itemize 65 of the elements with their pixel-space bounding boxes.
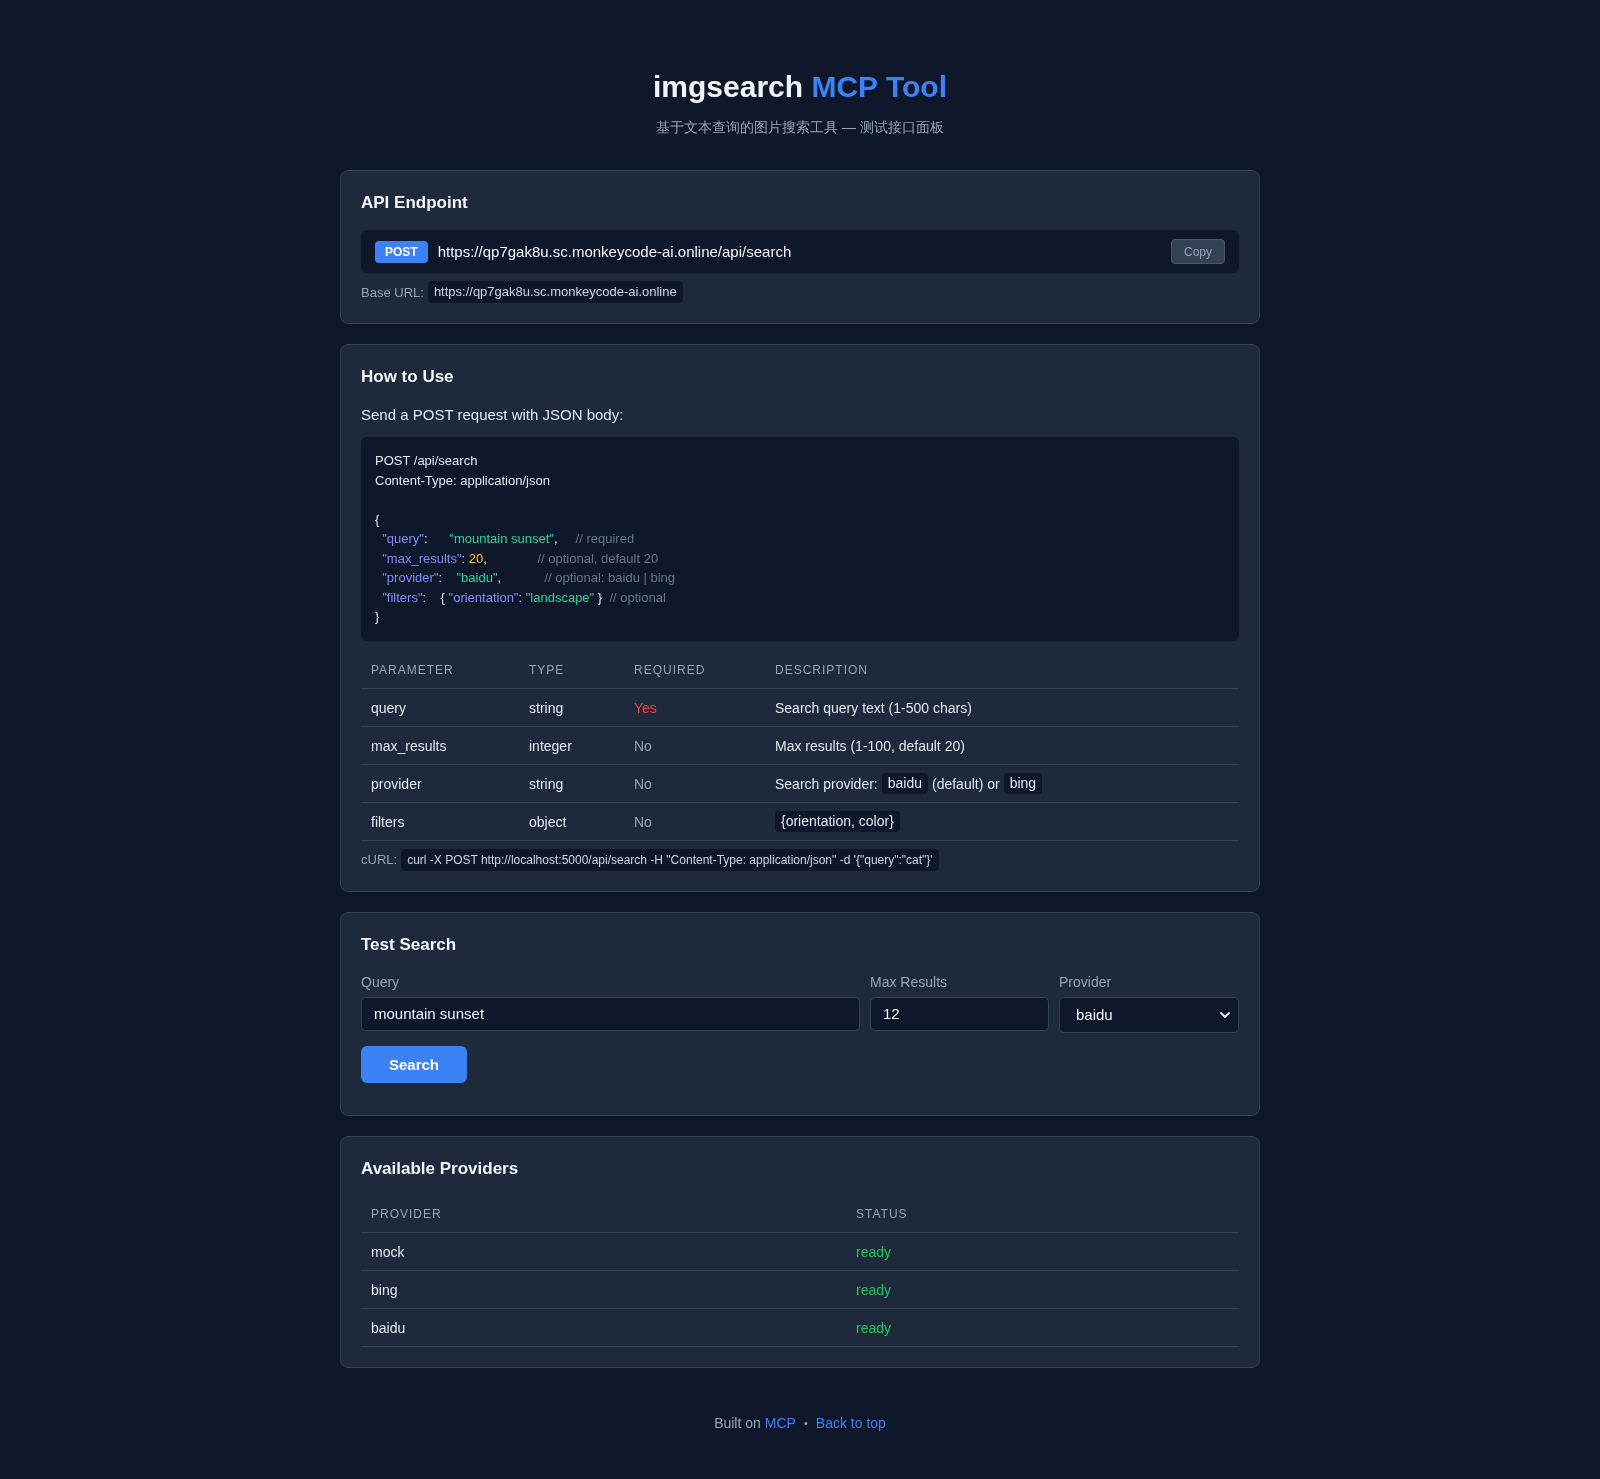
column-header: DESCRIPTION (765, 652, 1239, 688)
table-cell: integer (519, 726, 624, 764)
method-badge: POST (375, 240, 428, 263)
status-text: ready (846, 1270, 1239, 1308)
card-heading: How to Use (361, 366, 455, 388)
status-text: ready (846, 1308, 1239, 1346)
card-heading: Test Search (361, 933, 458, 956)
code-line: "max_results": 20, // optional, default 20 (381, 549, 660, 568)
bullet-separator: • (803, 1415, 808, 1431)
field-label: Query (361, 972, 401, 992)
table-cell: object (519, 802, 624, 840)
table-cell: max_results (361, 726, 519, 764)
base-url-code: https://qp7gak8u.sc.monkeycode-ai.online (427, 281, 683, 303)
field-label: Provider (1059, 972, 1113, 992)
provider-select[interactable]: baidu (1059, 996, 1239, 1033)
table-cell: mock (361, 1232, 846, 1270)
base-url-label: Base URL: (361, 284, 424, 300)
code-line: "provider": "baidu", // optional: baidu | bing (381, 569, 677, 587)
page-subtitle: 基于文本查询的图片搜索工具 — 测试接口面板 (655, 118, 945, 137)
table-cell: No (624, 802, 765, 840)
status-text: ready (846, 1232, 1239, 1270)
copy-button[interactable]: Copy (1171, 239, 1225, 264)
table-cell: string (519, 688, 624, 726)
description-text: Search query text (1-500 chars) (775, 698, 972, 718)
inline-code: bing (1003, 773, 1043, 794)
mcp-link[interactable]: MCP (764, 1412, 796, 1433)
field-label: Max Results (870, 972, 949, 992)
inline-code: baidu (881, 773, 928, 794)
table-cell: No (624, 764, 765, 802)
code-line: } (375, 608, 381, 626)
query-input[interactable]: mountain sunset (361, 996, 860, 1031)
card-heading: Available Providers (361, 1157, 520, 1180)
inline-code: {orientation, color} (775, 811, 900, 832)
footer-text: Built on (714, 1413, 761, 1433)
table-cell: string (519, 764, 624, 802)
column-header: REQUIRED (624, 652, 765, 688)
curl-label: cURL: (361, 852, 398, 867)
column-header: PROVIDER (361, 1196, 846, 1232)
table-cell: query (361, 688, 519, 726)
card-heading: API Endpoint (361, 192, 469, 214)
number-input[interactable]: 12 (870, 996, 1049, 1031)
intro-text: Send a POST request with JSON body: (361, 405, 625, 425)
column-header: PARAMETER (361, 652, 519, 688)
table-cell: bing (361, 1270, 846, 1308)
table-cell: Yes (624, 688, 765, 726)
description-text: (default) or (932, 774, 1000, 794)
column-header: TYPE (519, 652, 624, 688)
table-cell: provider (361, 764, 519, 802)
table-cell: filters (361, 802, 519, 840)
code-line: POST /api/search (375, 452, 479, 470)
code-line: Content-Type: application/json (375, 471, 551, 490)
endpoint-url: https://qp7gak8u.sc.monkeycode-ai.online/api/search (437, 243, 793, 260)
table-cell: No (624, 726, 765, 764)
back-to-top-link[interactable]: Back to top (815, 1412, 886, 1433)
curl-command: curl -X POST http://localhost:5000/api/search -H "Content-Type: application/json" -d '{"query":"cat"}' (401, 848, 939, 871)
column-header: STATUS (846, 1196, 1239, 1232)
code-line: "filters": { "orientation": "landscape" } // optional (381, 588, 667, 607)
table-cell: baidu (361, 1308, 846, 1346)
page-title: imgsearch MCP Tool (652, 69, 948, 105)
code-line: "query": "mountain sunset", // required (381, 530, 636, 548)
description-text: Search provider: (775, 774, 878, 794)
search-button[interactable]: Search (361, 1045, 467, 1083)
code-line: { (375, 510, 381, 529)
chevron-down-icon (1220, 1011, 1230, 1018)
description-text: Max results (1-100, default 20) (775, 736, 965, 756)
